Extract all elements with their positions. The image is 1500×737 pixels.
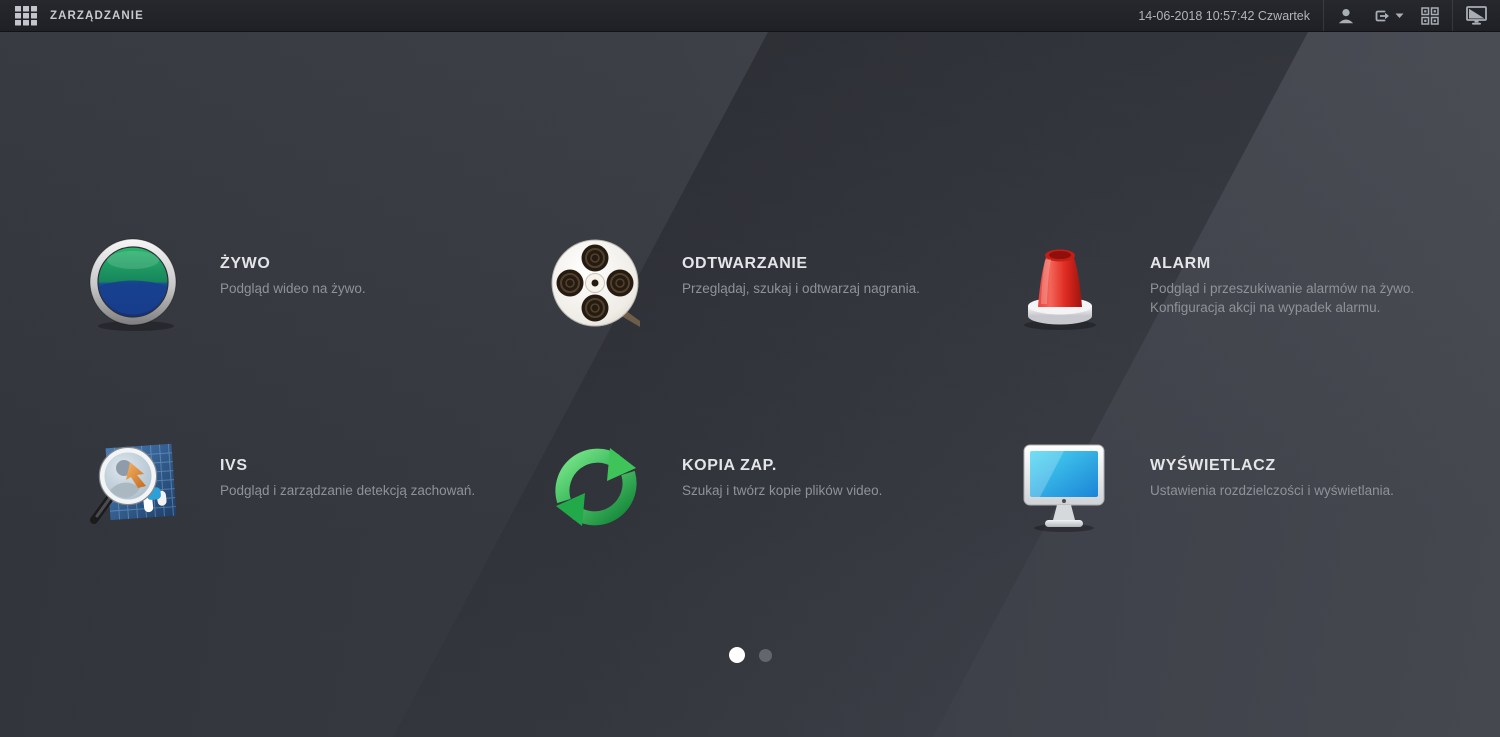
display-toggle-icon[interactable] (1466, 6, 1487, 25)
playback-icon (550, 238, 642, 332)
page-dot-1-active[interactable] (728, 647, 745, 663)
main-menu-area: ŻYWO Podgląd wideo na żywo. ODTWARZANIE … (0, 32, 1500, 737)
ivs-icon (88, 440, 180, 534)
menu-item-description: Ustawienia rozdzielczości i wyświetlania… (1150, 483, 1394, 498)
menu-grid: ŻYWO Podgląd wideo na żywo. ODTWARZANIE … (88, 238, 1458, 642)
menu-item-description: Podgląd i przeszukiwanie alarmów na żywo… (1150, 281, 1415, 296)
menu-item-title: ŻYWO (220, 255, 271, 272)
apps-grid-icon[interactable] (15, 5, 37, 26)
menu-item-title: IVS (220, 457, 248, 474)
menu-item-description-line2: Konfiguracja akcji na wypadek alarmu. (1150, 299, 1381, 315)
qr-code-icon[interactable] (1421, 6, 1439, 25)
datetime-display: 14-06-2018 10:57:42 Czwartek (1138, 8, 1310, 23)
logout-button[interactable] (1372, 7, 1404, 25)
menu-item-title: KOPIA ZAP. (682, 457, 777, 474)
live-view-icon (88, 238, 180, 332)
menu-item-display[interactable]: WYŚWIETLACZ Ustawienia rozdzielczości i … (1018, 440, 1458, 642)
menu-item-alarm[interactable]: ALARM Podgląd i przeszukiwanie alarmów n… (1018, 238, 1458, 440)
top-bar: ZARZĄDZANIE 14-06-2018 10:57:42 Czwartek (0, 0, 1500, 32)
menu-item-title: ALARM (1150, 255, 1211, 272)
menu-item-title: WYŚWIETLACZ (1150, 457, 1276, 474)
page-dot-2[interactable] (758, 648, 772, 662)
menu-item-ivs[interactable]: IVS Podgląd i zarządzanie detekcją zacho… (88, 440, 550, 642)
menu-item-description: Podgląd i zarządzanie detekcją zachowań. (220, 483, 476, 498)
menu-item-description: Szukaj i twórz kopie plików video. (682, 483, 883, 498)
display-icon (1018, 440, 1110, 534)
page-title: ZARZĄDZANIE (50, 9, 144, 22)
menu-item-live[interactable]: ŻYWO Podgląd wideo na żywo. (88, 238, 550, 440)
chevron-down-icon (1395, 13, 1404, 18)
page-indicator (0, 647, 1500, 663)
alarm-icon (1018, 238, 1110, 332)
menu-item-playback[interactable]: ODTWARZANIE Przeglądaj, szukaj i odtwarz… (550, 238, 1018, 440)
backup-icon (550, 440, 642, 534)
menu-item-description: Podgląd wideo na żywo. (220, 281, 366, 296)
session-icon-group (1323, 0, 1452, 31)
display-icon-group (1452, 0, 1500, 31)
menu-item-description: Przeglądaj, szukaj i odtwarzaj nagrania. (682, 281, 920, 296)
user-icon[interactable] (1337, 7, 1355, 25)
menu-item-title: ODTWARZANIE (682, 255, 808, 272)
menu-item-backup[interactable]: KOPIA ZAP. Szukaj i twórz kopie plików v… (550, 440, 1018, 642)
